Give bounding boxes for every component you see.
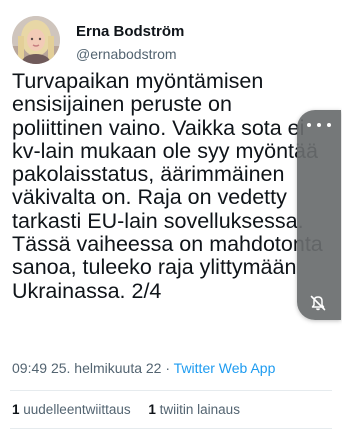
tweet-meta: 09:49 25. helmikuuta 22 · Twitter Web Ap… xyxy=(12,360,275,376)
tweet-stats: 1 uudelleentwiittaus 1 twiitin lainaus xyxy=(12,402,240,417)
quotes-stat[interactable]: 1 twiitin lainaus xyxy=(148,402,240,417)
tweet-line: tarkasti EU-lain sovelluksessa. xyxy=(12,208,304,233)
tweet-date[interactable]: 25. helmikuuta 22 xyxy=(51,360,162,376)
more-dots-icon[interactable] xyxy=(307,118,331,132)
tweet-text: Turvapaikan myöntämisen ensisijainen per… xyxy=(12,69,342,303)
tweet-time[interactable]: 09:49 xyxy=(12,360,47,376)
quotes-count: 1 xyxy=(148,402,156,417)
floating-side-panel[interactable] xyxy=(297,110,341,320)
tweet-line: ensisijainen peruste on xyxy=(12,92,232,117)
tweet-line: poliittinen vaino. Vaikka sota ei xyxy=(12,115,305,140)
tweet-line: sanoa, tuleeko raja ylittymään xyxy=(12,255,297,280)
avatar-photo xyxy=(12,16,60,64)
meta-separator: · xyxy=(165,360,171,376)
quotes-label: twiitin lainaus xyxy=(159,402,240,417)
divider xyxy=(10,428,332,429)
tweet-header: Erna Bodström @ernabodstrom xyxy=(10,10,330,66)
tweet-line: väkivalta on. Raja on vedetty xyxy=(12,185,287,210)
retweets-count: 1 xyxy=(12,402,20,417)
tweet-line: pakolaisstatus, äärimmäinen xyxy=(12,162,285,187)
mute-icon[interactable] xyxy=(309,294,327,312)
tweet-line: kv-lain mukaan ole syy myöntää xyxy=(12,138,318,163)
avatar[interactable] xyxy=(12,16,60,64)
tweet-line: Tässä vaiheessa on mahdotonta xyxy=(12,232,323,257)
retweets-label: uudelleentwiittaus xyxy=(23,402,131,417)
tweet-line: Ukrainassa. 2/4 xyxy=(12,278,162,303)
divider xyxy=(10,390,332,391)
display-name[interactable]: Erna Bodström xyxy=(76,23,184,40)
tweet-source-link[interactable]: Twitter Web App xyxy=(174,360,276,376)
tweet-line: Turvapaikan myöntämisen xyxy=(12,69,264,93)
user-handle[interactable]: @ernabodstrom xyxy=(76,46,177,62)
retweets-stat[interactable]: 1 uudelleentwiittaus xyxy=(12,402,131,417)
tweet-screenshot: Erna Bodström @ernabodstrom Turvapaikan … xyxy=(0,0,342,432)
